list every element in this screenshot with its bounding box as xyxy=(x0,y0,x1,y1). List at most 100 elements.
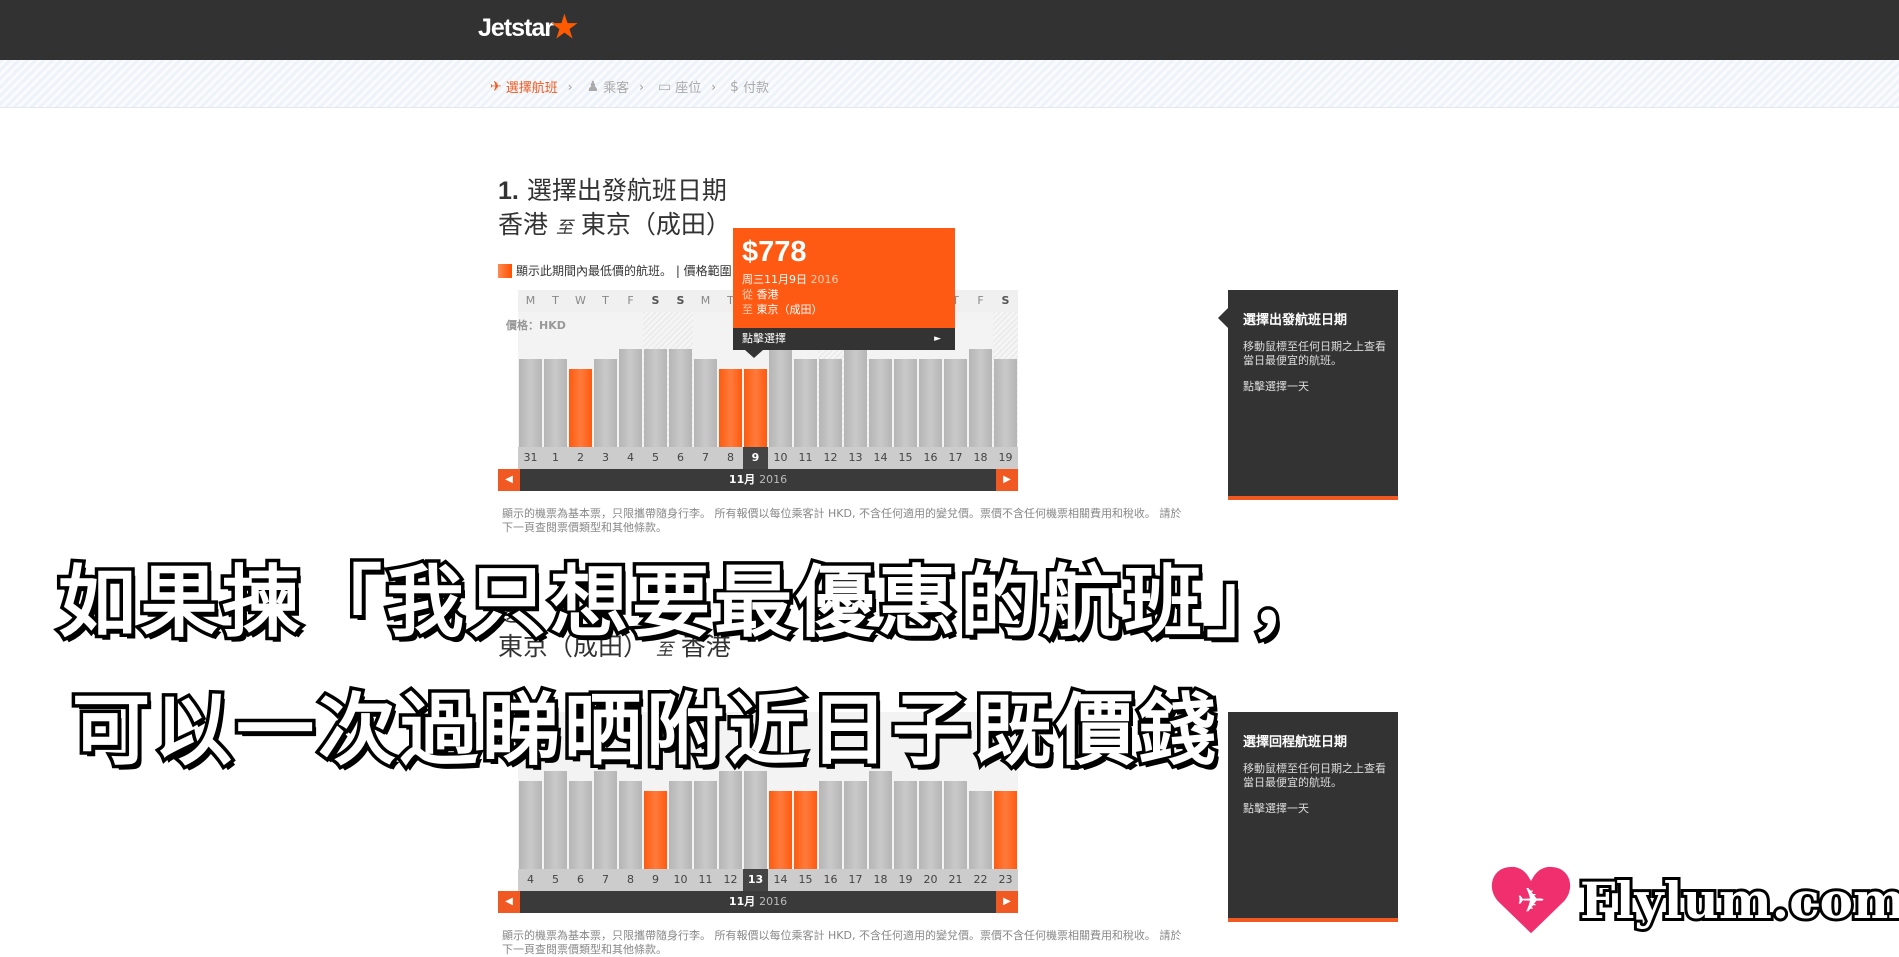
date-label[interactable]: 10 xyxy=(668,869,693,891)
price-bar[interactable] xyxy=(844,781,867,869)
date-label[interactable]: 18 xyxy=(868,869,893,891)
date-label[interactable]: 22 xyxy=(968,869,993,891)
date-label[interactable]: 18 xyxy=(968,447,993,469)
price-bar[interactable] xyxy=(519,781,542,869)
price-bar[interactable] xyxy=(994,359,1017,447)
date-label[interactable]: 21 xyxy=(943,869,968,891)
date-label[interactable]: 4 xyxy=(618,447,643,469)
price-bar[interactable] xyxy=(969,349,992,447)
progress-step[interactable]: ✈ 選擇航班 › xyxy=(490,77,573,97)
date-label[interactable]: 5 xyxy=(543,869,568,891)
price-bar[interactable] xyxy=(919,359,942,447)
date-label[interactable]: 4 xyxy=(518,869,543,891)
date-label[interactable]: 9 xyxy=(643,869,668,891)
date-label[interactable]: 12 xyxy=(718,869,743,891)
price-bar[interactable] xyxy=(619,781,642,869)
price-bar[interactable] xyxy=(769,349,792,447)
month-navigation-bar: ◀ 11月 2016 ▶ xyxy=(498,891,1018,913)
weekday-label: T xyxy=(543,290,568,312)
fare-note: 顯示的機票為基本票，只限攜帶隨身行李。 所有報價以每位乘客計 HKD, 不含任何… xyxy=(502,929,1182,956)
price-bar[interactable] xyxy=(769,791,792,869)
date-label[interactable]: 6 xyxy=(568,869,593,891)
price-bar[interactable] xyxy=(869,771,892,869)
star-icon: ★ xyxy=(551,11,578,44)
price-bar[interactable] xyxy=(594,359,617,447)
price-bar[interactable] xyxy=(569,781,592,869)
price-bar[interactable] xyxy=(644,349,667,447)
date-label[interactable]: 13 xyxy=(743,869,768,891)
date-label[interactable]: 7 xyxy=(693,447,718,469)
price-bar[interactable] xyxy=(544,359,567,447)
date-label[interactable]: 5 xyxy=(643,447,668,469)
next-week-button[interactable]: ▶ xyxy=(996,891,1018,913)
date-label[interactable]: 15 xyxy=(793,869,818,891)
legend-text: 顯示此期間內最低價的航班。 | 價格範圍 xyxy=(516,264,732,278)
date-label[interactable]: 19 xyxy=(893,869,918,891)
currency-label: 價格：HKD xyxy=(506,319,566,332)
jetstar-logo[interactable]: Jetstar ★ xyxy=(478,11,578,44)
date-label[interactable]: 17 xyxy=(843,869,868,891)
date-label[interactable]: 17 xyxy=(943,447,968,469)
date-label[interactable]: 8 xyxy=(618,869,643,891)
price-bar[interactable] xyxy=(719,771,742,869)
price-bar[interactable] xyxy=(719,369,742,447)
price-bar[interactable] xyxy=(569,369,592,447)
date-label[interactable]: 20 xyxy=(918,869,943,891)
price-bar[interactable] xyxy=(944,781,967,869)
price-bar[interactable] xyxy=(794,359,817,447)
date-label[interactable]: 9 xyxy=(743,447,768,469)
price-bar[interactable] xyxy=(744,771,767,869)
price-bar[interactable] xyxy=(819,781,842,869)
price-bar[interactable] xyxy=(994,791,1017,869)
progress-step[interactable]: ▭ 座位 › xyxy=(658,77,716,97)
progress-step[interactable]: ♟ 乘客 › xyxy=(587,77,644,97)
date-label[interactable]: 16 xyxy=(918,447,943,469)
weekday-label: F xyxy=(618,290,643,312)
date-label[interactable]: 23 xyxy=(993,869,1018,891)
price-bar[interactable] xyxy=(919,781,942,869)
date-label[interactable]: 8 xyxy=(718,447,743,469)
price-bar[interactable] xyxy=(944,359,967,447)
date-label[interactable]: 2 xyxy=(568,447,593,469)
price-bar[interactable] xyxy=(669,349,692,447)
date-label[interactable]: 10 xyxy=(768,447,793,469)
date-label[interactable]: 15 xyxy=(893,447,918,469)
price-bar[interactable] xyxy=(594,771,617,869)
date-label[interactable]: 11 xyxy=(793,447,818,469)
chevron-right-icon: › xyxy=(639,79,644,94)
price-bar[interactable] xyxy=(894,359,917,447)
price-bar[interactable] xyxy=(544,771,567,869)
price-bar[interactable] xyxy=(844,349,867,447)
price-bar[interactable] xyxy=(644,791,667,869)
step-icon: $ xyxy=(730,78,739,95)
date-label[interactable]: 19 xyxy=(993,447,1018,469)
month-label: 11月 2016 xyxy=(728,895,788,908)
progress-step[interactable]: $ 付款 xyxy=(730,77,769,97)
date-label[interactable]: 14 xyxy=(768,869,793,891)
price-bar[interactable] xyxy=(694,781,717,869)
date-label[interactable]: 14 xyxy=(868,447,893,469)
date-label[interactable]: 11 xyxy=(693,869,718,891)
price-bar[interactable] xyxy=(819,359,842,447)
price-bar[interactable] xyxy=(894,781,917,869)
price-bar[interactable] xyxy=(619,349,642,447)
date-label[interactable]: 1 xyxy=(543,447,568,469)
tooltip-select-button[interactable]: 點擊選擇 ► xyxy=(733,328,955,350)
weekday-label: T xyxy=(593,290,618,312)
date-label[interactable]: 16 xyxy=(818,869,843,891)
date-label[interactable]: 12 xyxy=(818,447,843,469)
date-label[interactable]: 6 xyxy=(668,447,693,469)
price-bar[interactable] xyxy=(794,791,817,869)
price-bar[interactable] xyxy=(969,791,992,869)
next-week-button[interactable]: ▶ xyxy=(996,469,1018,491)
date-label[interactable]: 13 xyxy=(843,447,868,469)
date-label[interactable]: 3 xyxy=(593,447,618,469)
price-bar[interactable] xyxy=(669,781,692,869)
date-label[interactable]: 7 xyxy=(593,869,618,891)
price-bar[interactable] xyxy=(869,359,892,447)
route-origin: 香港 xyxy=(498,210,549,239)
price-bar[interactable] xyxy=(519,359,542,447)
price-bar[interactable] xyxy=(744,369,767,447)
price-bar[interactable] xyxy=(694,359,717,447)
date-label[interactable]: 31 xyxy=(518,447,543,469)
